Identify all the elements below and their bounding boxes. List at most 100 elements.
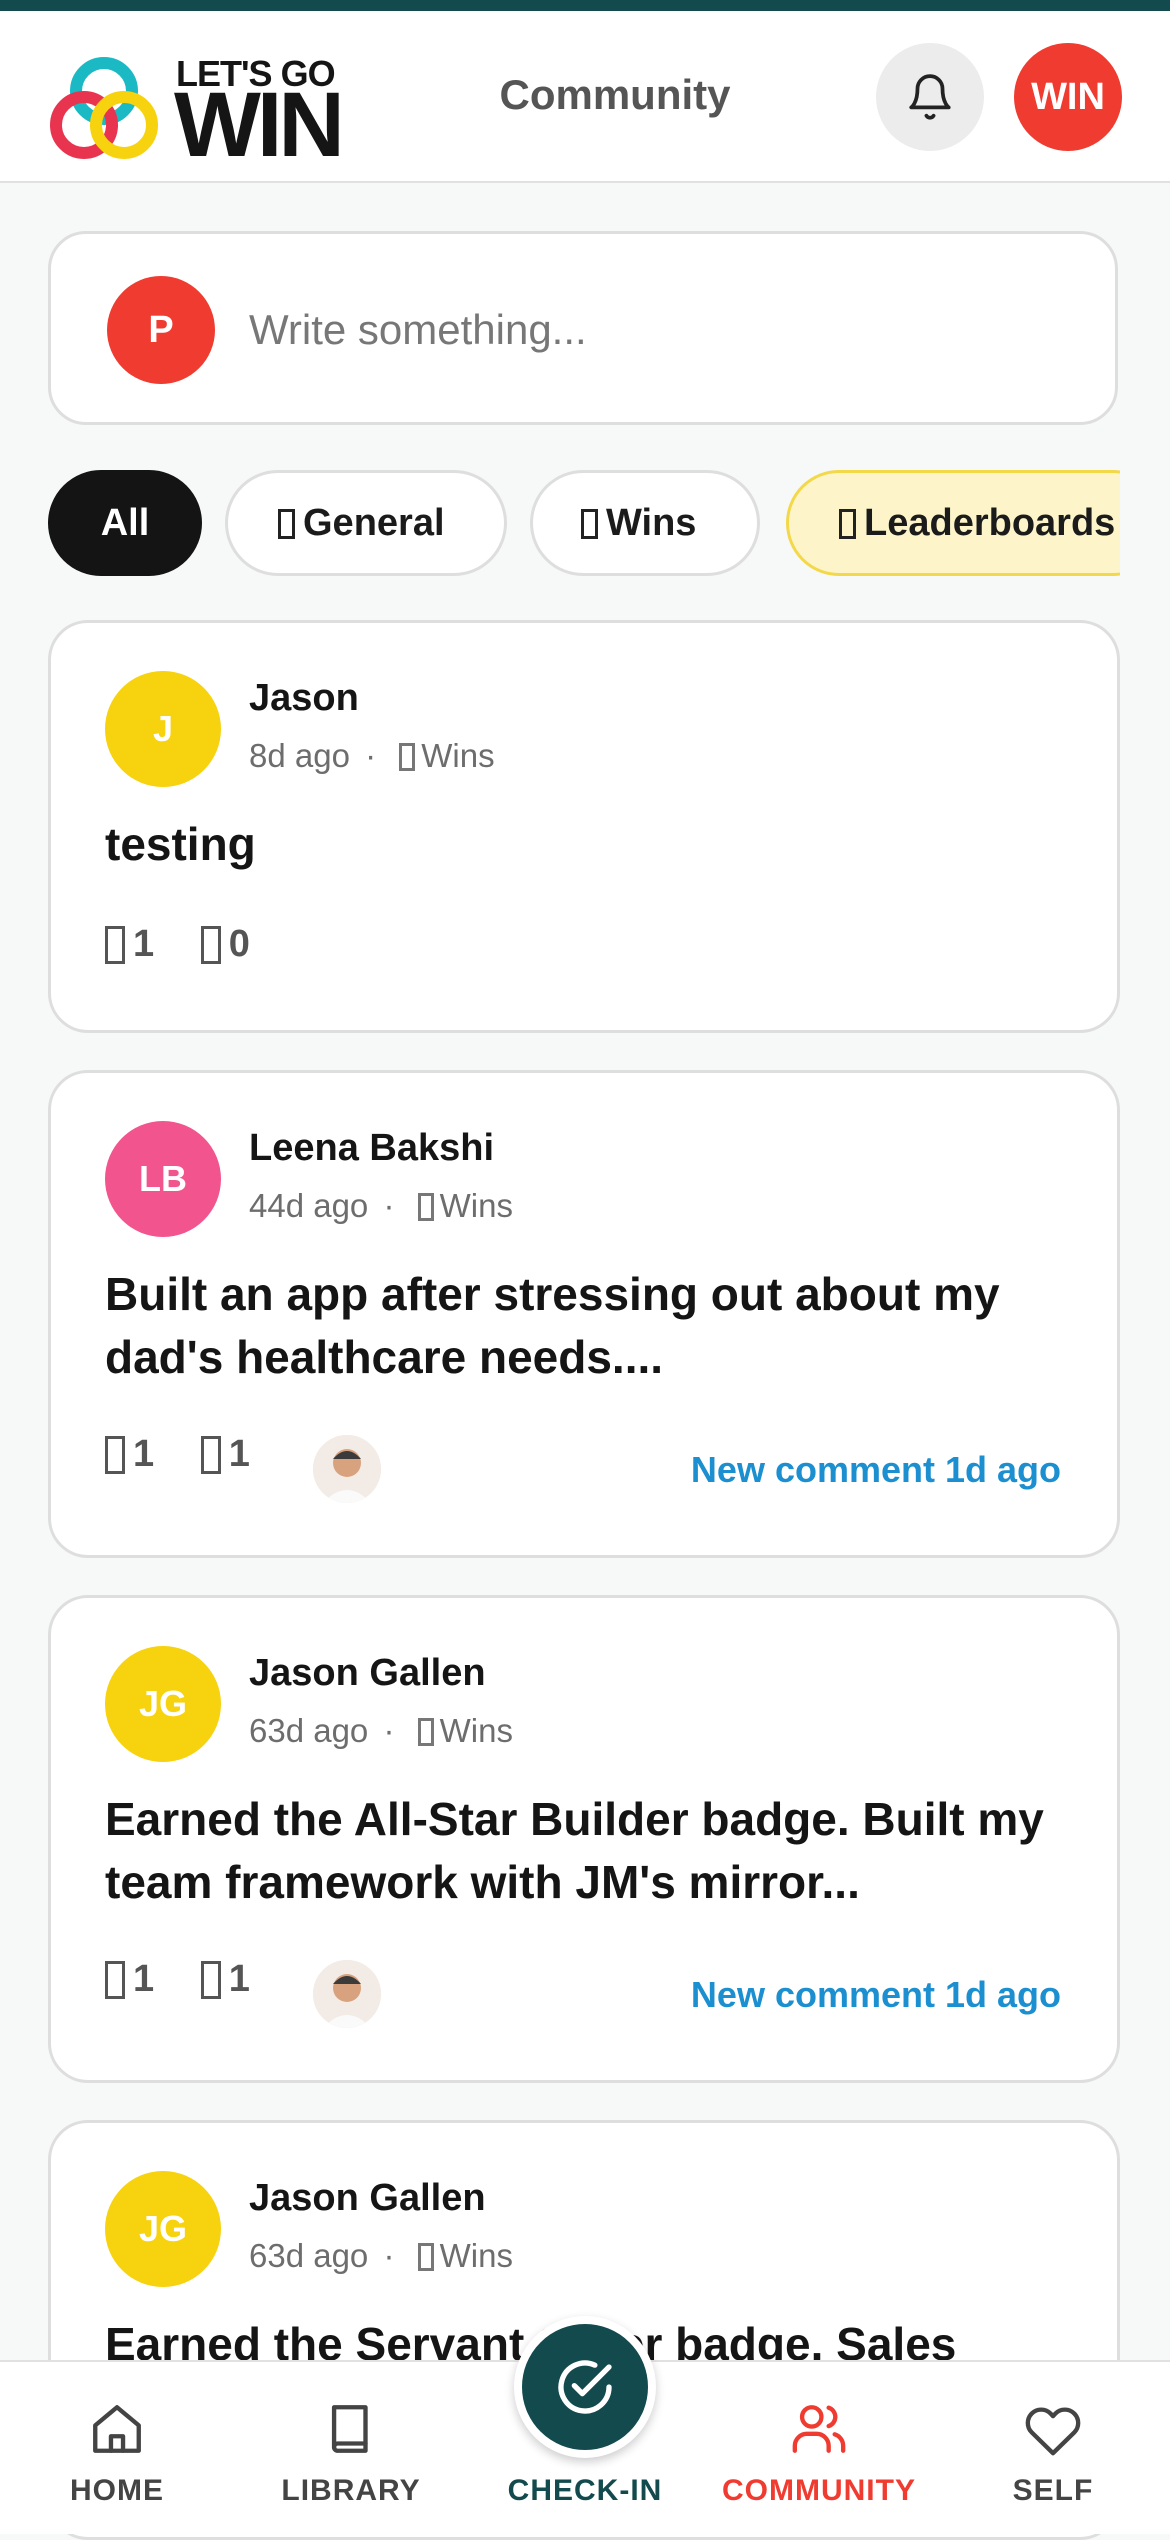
comment-count: 1: [228, 1958, 250, 2000]
post-composer[interactable]: P: [48, 231, 1118, 425]
author-name[interactable]: Leena Bakshi: [249, 1127, 494, 1170]
nav-label: COMMUNITY: [722, 2474, 916, 2507]
post-meta: 8d ago · Wins: [249, 737, 495, 775]
filter-chip-wins[interactable]: Wins: [530, 470, 760, 576]
post-category: Wins: [439, 2237, 513, 2274]
status-accent-bar: [0, 0, 1170, 11]
category-icon: [417, 2243, 434, 2271]
post-age: 8d ago: [249, 737, 350, 774]
compose-input[interactable]: [247, 296, 1071, 364]
comment-icon: [200, 1436, 221, 1474]
nav-library[interactable]: LIBRARY: [234, 2362, 468, 2534]
meta-separator: ·: [365, 737, 377, 774]
like-button[interactable]: 1: [105, 923, 154, 966]
check-in-button[interactable]: [514, 2316, 656, 2458]
bell-icon: [909, 74, 951, 120]
post-card[interactable]: J Jason 8d ago · Wins testing 1 0: [48, 620, 1120, 1033]
comment-icon: [200, 1961, 221, 1999]
like-icon: [105, 1436, 125, 1474]
comment-count: 1: [228, 1433, 250, 1475]
category-icon: [399, 743, 416, 771]
like-icon: [105, 1961, 125, 1999]
author-name[interactable]: Jason: [249, 677, 359, 720]
category-filter-bar: All General Wins Leaderboards: [48, 470, 1120, 580]
home-icon: [93, 2405, 141, 2453]
commenter-avatar: [313, 1435, 381, 1503]
check-circle-icon: [558, 2360, 612, 2414]
nav-self[interactable]: SELF: [936, 2362, 1170, 2534]
post-meta: 63d ago · Wins: [249, 1712, 513, 1750]
nav-label: HOME: [70, 2474, 164, 2507]
post-age: 63d ago: [249, 1712, 369, 1749]
post-category: Wins: [439, 1187, 513, 1224]
post-actions: 1 0: [105, 923, 286, 966]
nav-label: SELF: [1012, 2474, 1094, 2507]
general-icon: [278, 509, 295, 539]
post-meta: 44d ago · Wins: [249, 1187, 513, 1225]
logo-rings-icon: [50, 57, 158, 159]
users-icon: [792, 2405, 846, 2453]
post-text: Earned the All-Star Builder badge. Built…: [105, 1793, 1044, 1908]
filter-chip-label: All: [100, 502, 150, 544]
new-comment-link[interactable]: New comment 1d ago: [691, 1974, 1061, 2016]
notifications-button[interactable]: [876, 43, 984, 151]
commenter-photo-icon: [313, 1960, 381, 2028]
meta-separator: ·: [383, 1187, 395, 1224]
comment-button[interactable]: 1: [200, 1958, 250, 2001]
commenter-photo-icon: [313, 1435, 381, 1503]
post-text: Built an app after stressing out about m…: [105, 1268, 1000, 1383]
author-avatar: J: [105, 671, 221, 787]
nav-home[interactable]: HOME: [0, 2362, 234, 2534]
like-count: 1: [133, 923, 155, 965]
nav-label: CHECK-IN: [507, 2474, 663, 2507]
post-card[interactable]: JG Jason Gallen 63d ago · Wins Earned th…: [48, 1595, 1120, 2083]
post-meta: 63d ago · Wins: [249, 2237, 513, 2275]
profile-button[interactable]: WIN: [1014, 43, 1122, 151]
post-actions: 1 1: [105, 1433, 286, 1476]
author-avatar: LB: [105, 1121, 221, 1237]
post-category: Wins: [421, 737, 495, 774]
like-count: 1: [133, 1958, 155, 2000]
post-actions: 1 1: [105, 1958, 286, 2001]
like-count: 1: [133, 1433, 155, 1475]
commenter-avatar: [313, 1960, 381, 2028]
like-button[interactable]: 1: [105, 1958, 154, 2001]
filter-chip-leaderboards[interactable]: Leaderboards: [786, 470, 1120, 576]
author-avatar: JG: [105, 2171, 221, 2287]
post-age: 44d ago: [249, 1187, 369, 1224]
nav-community[interactable]: COMMUNITY: [702, 2362, 936, 2534]
new-comment-link[interactable]: New comment 1d ago: [691, 1449, 1061, 1491]
filter-chip-label: Wins: [606, 502, 697, 544]
comment-count: 0: [228, 923, 250, 965]
comment-icon: [200, 926, 221, 964]
lets-go-win-logo[interactable]: LET'S GO WIN: [46, 39, 356, 171]
category-icon: [417, 1193, 434, 1221]
category-icon: [417, 1718, 434, 1746]
meta-separator: ·: [383, 2237, 395, 2274]
filter-chip-all[interactable]: All: [48, 470, 202, 576]
app-header: LET'S GO WIN Community WIN: [0, 11, 1170, 183]
logo-big-text: WIN: [174, 74, 345, 176]
filter-chip-general[interactable]: General: [225, 470, 507, 576]
comment-button[interactable]: 1: [200, 1433, 250, 1476]
book-icon: [331, 2405, 368, 2453]
author-name[interactable]: Jason Gallen: [249, 1652, 486, 1695]
user-avatar: P: [107, 276, 215, 384]
post-card[interactable]: LB Leena Bakshi 44d ago · Wins Built an …: [48, 1070, 1120, 1558]
post-text: testing: [105, 818, 256, 870]
comment-button[interactable]: 0: [200, 923, 250, 966]
filter-chip-label: Leaderboards: [864, 502, 1116, 544]
page-title: Community: [499, 71, 731, 118]
post-category: Wins: [439, 1712, 513, 1749]
post-age: 63d ago: [249, 2237, 369, 2274]
heart-icon: [1025, 2407, 1081, 2456]
meta-separator: ·: [383, 1712, 395, 1749]
wins-icon: [581, 509, 598, 539]
filter-chip-label: General: [303, 502, 445, 544]
like-button[interactable]: 1: [105, 1433, 154, 1476]
author-avatar: JG: [105, 1646, 221, 1762]
author-name[interactable]: Jason Gallen: [249, 2177, 486, 2220]
leaderboards-icon: [839, 509, 856, 539]
nav-label: LIBRARY: [281, 2474, 421, 2507]
like-icon: [105, 926, 125, 964]
